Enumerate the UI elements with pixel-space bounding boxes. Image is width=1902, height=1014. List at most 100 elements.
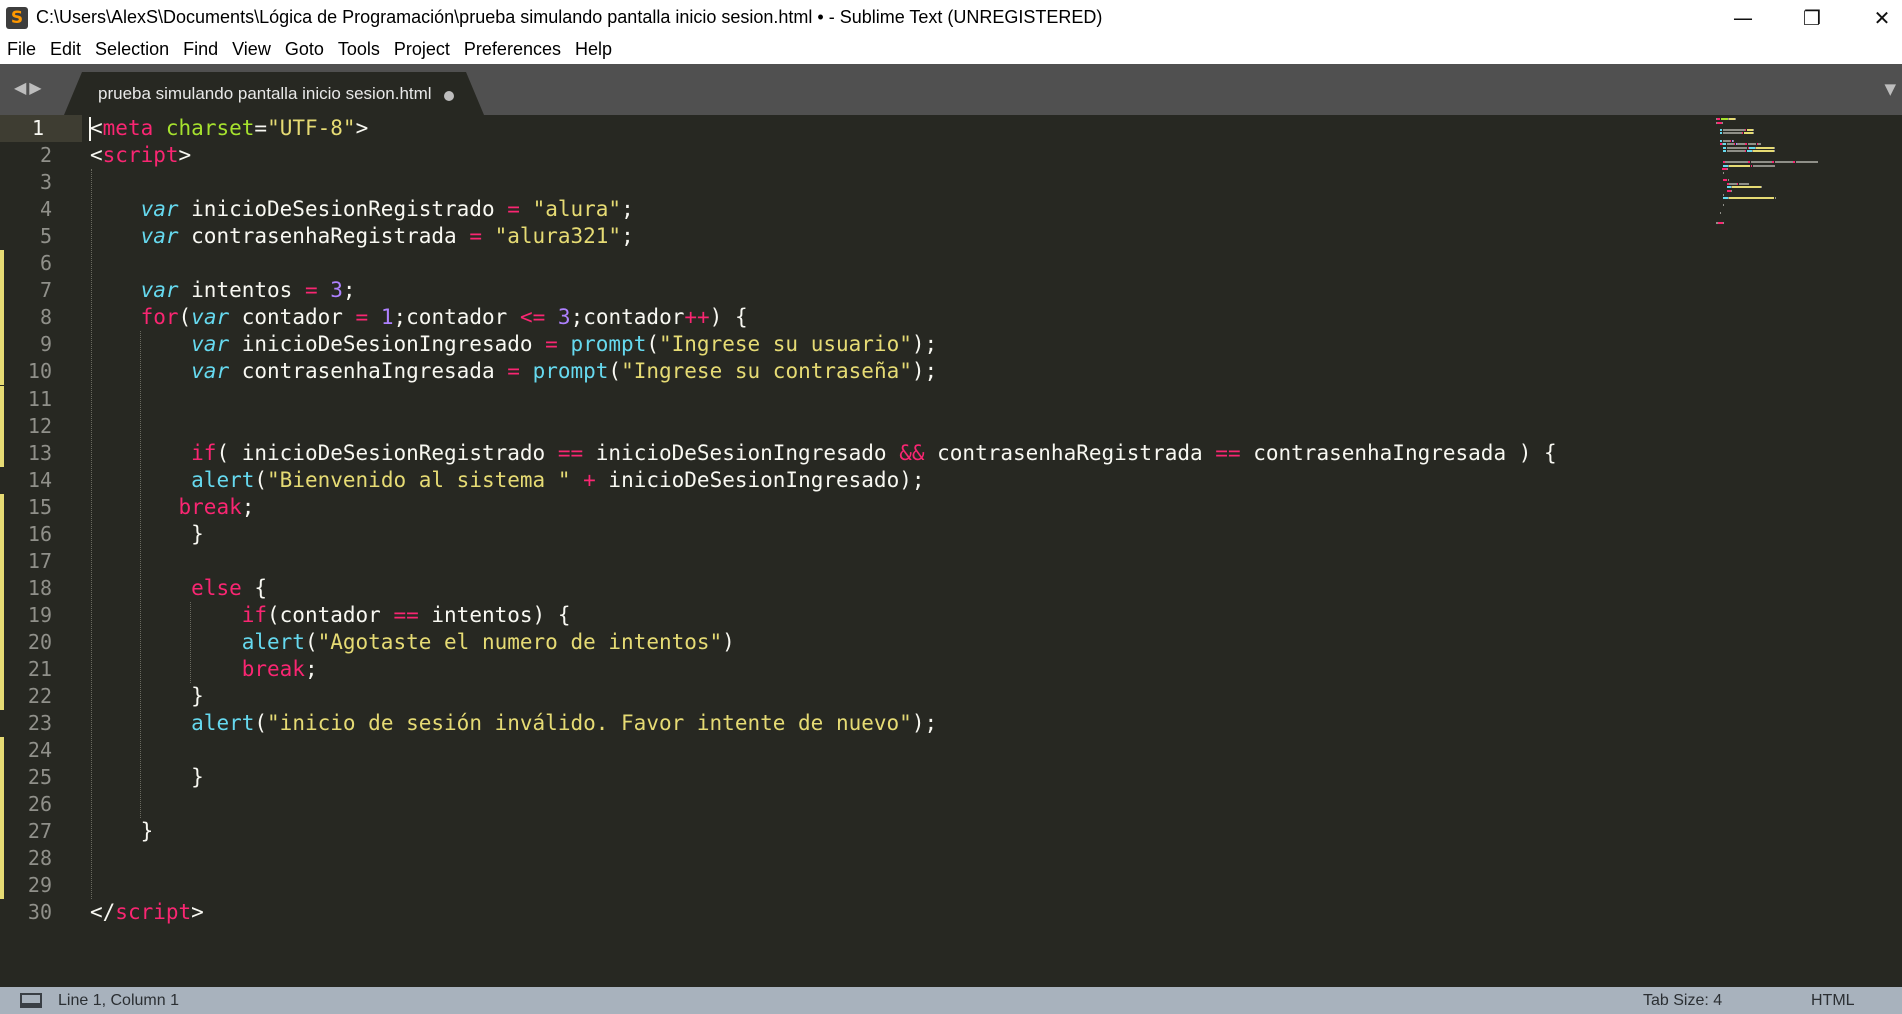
tab-nav-arrows-icon[interactable]: ◀▶ <box>14 78 45 97</box>
minimap-line <box>1723 172 1725 174</box>
minimap-line <box>1719 139 1723 142</box>
line-number: 18 <box>27 575 52 600</box>
line-number: 28 <box>27 846 52 871</box>
modified-line-marker <box>0 791 4 819</box>
code-token: "Ingrese su usuario" <box>659 332 912 357</box>
line-number: 24 <box>27 738 52 763</box>
menu-help[interactable]: Help <box>568 39 619 60</box>
indent-guide <box>190 601 191 684</box>
code-token: == <box>393 602 419 627</box>
code-line[interactable]: var contrasenhaRegistrada = "alura321"; <box>90 223 634 250</box>
menu-project[interactable]: Project <box>387 39 457 60</box>
menu-selection[interactable]: Selection <box>88 39 176 60</box>
panel-toggle-icon[interactable] <box>20 993 42 1008</box>
code-token: var <box>140 197 179 222</box>
code-token: </ <box>90 900 116 925</box>
code-line[interactable]: break; <box>90 656 318 683</box>
minimap-line <box>1731 190 1733 192</box>
code-token: "Ingrese su contraseña" <box>621 359 912 384</box>
code-token: ; <box>621 197 634 222</box>
code-line[interactable]: var intentos = 3; <box>90 277 356 304</box>
code-token: inicioDeSesionIngresado <box>583 440 900 465</box>
code-line[interactable]: if(contador == intentos) { <box>90 602 571 629</box>
minimap-line <box>1728 197 1775 200</box>
code-line[interactable]: } <box>90 521 204 548</box>
menu-find[interactable]: Find <box>176 39 225 60</box>
minimap-line <box>1796 161 1818 164</box>
modified-line-marker <box>0 737 4 765</box>
minimap-line <box>1723 143 1726 146</box>
modified-line-marker <box>0 574 4 602</box>
code-token: alert <box>191 467 255 492</box>
minimap-line <box>1742 132 1743 135</box>
code-line[interactable]: <meta charset="UTF-8"> <box>90 115 368 142</box>
tab-size-indicator[interactable]: Tab Size: 4 <box>1643 992 1722 1010</box>
code-line[interactable]: for(var contador = 1;contador <= 3;conta… <box>90 304 748 331</box>
close-button[interactable]: ✕ <box>1855 0 1902 35</box>
minimap-line <box>1719 128 1723 131</box>
code-token: = <box>545 332 558 357</box>
code-token: alert <box>241 629 305 654</box>
code-line[interactable]: alert("Agotaste el numero de intentos") <box>90 629 735 656</box>
code-token: { <box>241 575 268 600</box>
cursor-position[interactable]: Line 1, Column 1 <box>58 992 179 1010</box>
line-number: 11 <box>27 386 52 411</box>
unsaved-dot-icon[interactable] <box>444 91 454 101</box>
code-line[interactable]: alert("inicio de sesión inválido. Favor … <box>90 710 937 737</box>
code-line[interactable]: else { <box>90 575 267 602</box>
code-line[interactable]: var inicioDeSesionIngresado = prompt("In… <box>90 331 937 358</box>
code-line[interactable]: <script> <box>90 142 191 169</box>
code-line[interactable]: var inicioDeSesionRegistrado = "alura"; <box>90 196 634 223</box>
modified-line-marker <box>0 277 4 305</box>
code-line[interactable]: var contrasenhaIngresada = prompt("Ingre… <box>90 358 937 385</box>
code-token: contrasenhaRegistrada <box>178 224 470 249</box>
code-token: ( <box>254 711 268 736</box>
minimap-line <box>1793 161 1796 164</box>
code-line[interactable]: break; <box>90 494 255 521</box>
code-token: if <box>191 440 217 465</box>
code-line[interactable]: if( inicioDeSesionRegistrado == inicioDe… <box>90 440 1557 467</box>
indent-guide <box>91 169 92 900</box>
tab-list-dropdown-icon[interactable]: ▼ <box>1884 80 1896 98</box>
menu-tools[interactable]: Tools <box>331 39 387 60</box>
code-line[interactable]: alert("Bienvenido al sistema " + inicioD… <box>90 467 924 494</box>
code-token: ++ <box>684 305 710 330</box>
minimize-button[interactable]: — <box>1716 0 1770 35</box>
minimap[interactable] <box>1710 115 1900 325</box>
syntax-indicator[interactable]: HTML <box>1811 992 1855 1010</box>
line-number: 14 <box>27 467 52 492</box>
modified-line-marker <box>0 520 4 548</box>
tab-active-file[interactable]: prueba simulando pantalla inicio sesion.… <box>64 72 484 115</box>
code-line[interactable]: </script> <box>90 899 204 926</box>
minimap-line <box>1743 132 1753 135</box>
menu-edit[interactable]: Edit <box>43 39 88 60</box>
menu-preferences[interactable]: Preferences <box>457 39 568 60</box>
code-area[interactable]: <meta charset="UTF-8"> <script> var inici… <box>90 115 1690 987</box>
code-line[interactable]: } <box>90 764 204 791</box>
indent-guide <box>140 331 141 819</box>
code-token: ) { <box>709 305 748 330</box>
code-token: meta <box>102 116 154 140</box>
code-token: ( <box>646 332 659 357</box>
code-line[interactable]: } <box>90 683 204 710</box>
menu-goto[interactable]: Goto <box>278 39 331 60</box>
minimap-line <box>1723 222 1725 225</box>
code-token: else <box>191 575 242 600</box>
code-token: 3 <box>557 305 571 330</box>
restore-button[interactable]: ❐ <box>1785 0 1839 35</box>
code-editor[interactable]: 1 2 3 4 5 6 7 8 9 10 11 12 13 14 15 16 17 18 19 20 21 22 23 24 2… <box>0 115 1902 987</box>
minimap-line <box>1723 132 1743 135</box>
minimap-line <box>1722 121 1724 124</box>
minimap-line <box>1744 143 1747 146</box>
menu-file[interactable]: File <box>0 39 43 60</box>
menu-view[interactable]: View <box>225 39 278 60</box>
line-number: 27 <box>27 819 52 844</box>
code-line[interactable]: } <box>90 818 154 845</box>
minimap-line <box>1736 182 1739 185</box>
text-caret <box>89 117 91 141</box>
code-token: && <box>899 440 925 465</box>
